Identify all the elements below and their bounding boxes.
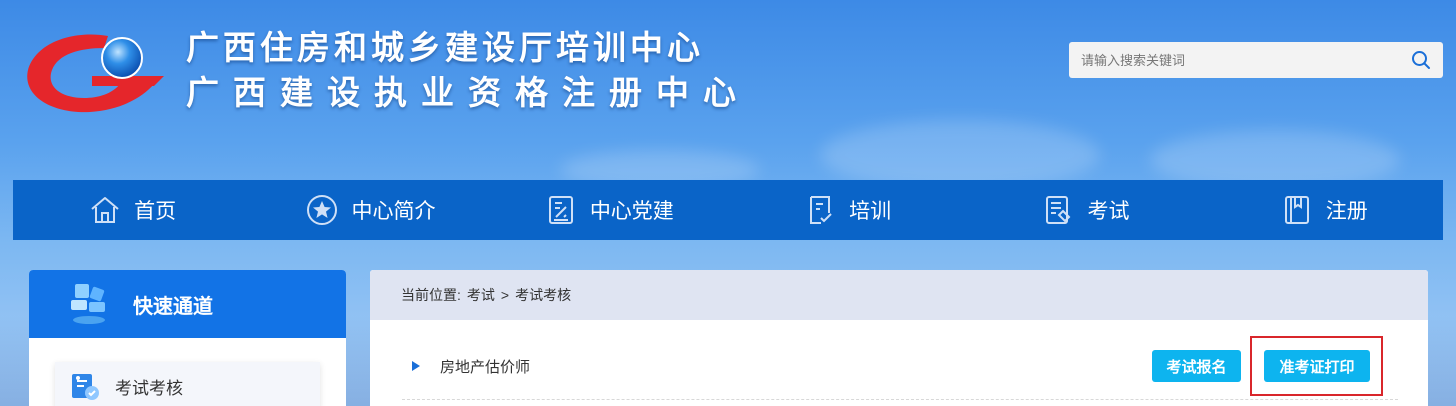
nav-item-about[interactable]: 中心简介: [251, 180, 489, 240]
search-button[interactable]: [1399, 42, 1443, 78]
star-circle-icon: [307, 195, 338, 225]
breadcrumb: 当前位置: 考试 > 考试考核: [370, 270, 1428, 320]
breadcrumb-separator: >: [500, 287, 510, 303]
home-icon: [91, 197, 119, 223]
search-box: [1069, 42, 1443, 78]
main-content: 当前位置: 考试 > 考试考核 房地产估价师 考试报名 准考证打印: [370, 270, 1428, 406]
breadcrumb-link-exam[interactable]: 考试: [467, 285, 495, 305]
register-book-icon: [1284, 196, 1309, 224]
main-nav: 首页 中心简介 中心党建 培训 考试 注册: [13, 180, 1443, 240]
site-title: 广西住房和城乡建设厅培训中心 广西建设执业资格注册中心: [186, 26, 750, 116]
exam-paper-icon: [1046, 196, 1071, 224]
site-title-line1: 广西住房和城乡建设厅培训中心: [186, 28, 704, 67]
exam-signup-button[interactable]: 考试报名: [1152, 350, 1241, 382]
triangle-right-icon: [412, 361, 420, 371]
quick-access-sidebar: 快速通道 考试考核: [29, 270, 346, 406]
nav-item-label: 培训: [849, 199, 892, 223]
quick-access-icon: [71, 284, 105, 324]
nav-item-label: 中心简介: [351, 199, 436, 223]
nav-item-label: 注册: [1325, 199, 1368, 223]
nav-item-label: 中心党建: [589, 199, 674, 223]
clipboard-check-icon: [810, 196, 832, 224]
breadcrumb-prefix: 当前位置:: [401, 287, 461, 303]
nav-item-register[interactable]: 注册: [1205, 180, 1443, 240]
nav-item-label: 考试: [1087, 199, 1130, 223]
site-logo[interactable]: [22, 28, 167, 118]
nav-item-exam[interactable]: 考试: [966, 180, 1204, 240]
search-icon: [1412, 51, 1430, 69]
nav-item-party[interactable]: 中心党建: [490, 180, 728, 240]
list-item-title[interactable]: 房地产估价师: [440, 356, 530, 377]
breadcrumb-link-exam-assessment[interactable]: 考试考核: [515, 285, 571, 305]
nav-item-training[interactable]: 培训: [728, 180, 966, 240]
sidebar-item-label: 考试考核: [115, 378, 183, 399]
sidebar-title: 快速通道: [133, 293, 213, 318]
sidebar-header: 快速通道: [29, 270, 346, 338]
site-title-line2: 广西建设执业资格注册中心: [186, 73, 750, 112]
nav-item-home[interactable]: 首页: [13, 180, 251, 240]
party-document-icon: [548, 196, 573, 224]
search-input[interactable]: [1069, 52, 1399, 68]
sidebar-item-exam-assessment[interactable]: 考试考核: [55, 362, 320, 406]
list-item: 房地产估价师 考试报名 准考证打印: [402, 350, 1398, 400]
admission-ticket-print-button[interactable]: 准考证打印: [1264, 350, 1370, 382]
exam-badge-icon: [72, 374, 99, 400]
nav-item-label: 首页: [134, 199, 177, 223]
